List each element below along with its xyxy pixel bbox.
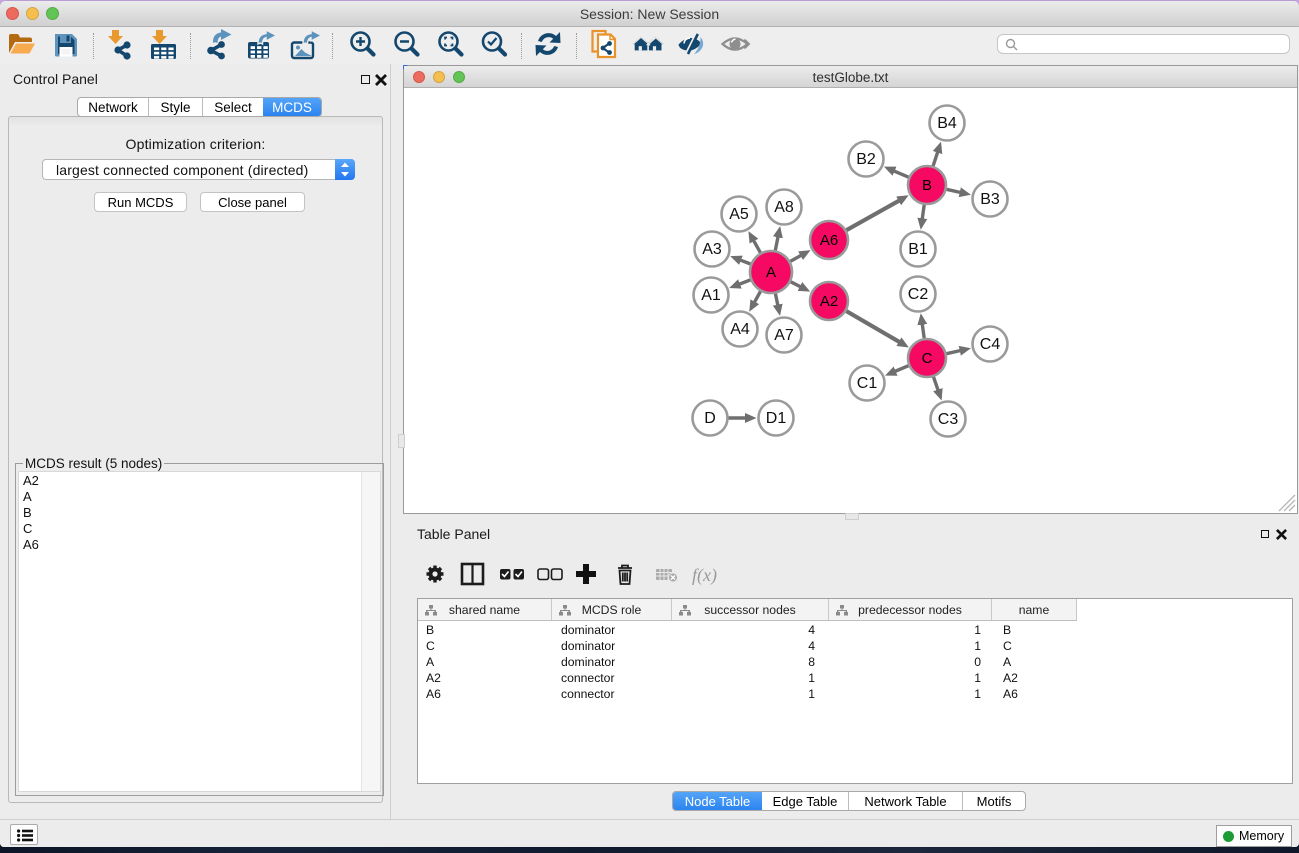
svg-text:D: D	[704, 410, 716, 427]
svg-text:B1: B1	[908, 241, 928, 258]
svg-text:B4: B4	[937, 115, 957, 132]
svg-text:A7: A7	[774, 327, 794, 344]
svg-text:C: C	[922, 350, 933, 367]
svg-text:A2: A2	[820, 293, 838, 310]
svg-text:A5: A5	[729, 206, 749, 223]
svg-text:A1: A1	[701, 287, 721, 304]
svg-text:D1: D1	[766, 410, 787, 427]
svg-text:C1: C1	[857, 375, 878, 392]
svg-text:A3: A3	[702, 241, 722, 258]
svg-text:B: B	[922, 177, 932, 194]
svg-text:A4: A4	[730, 321, 750, 338]
svg-text:A8: A8	[774, 199, 794, 216]
svg-text:C4: C4	[980, 336, 1001, 353]
svg-text:C3: C3	[938, 411, 959, 428]
svg-text:A6: A6	[820, 232, 838, 249]
svg-text:f(x): f(x)	[692, 565, 717, 586]
svg-text:B2: B2	[856, 151, 876, 168]
svg-text:A: A	[766, 264, 776, 281]
svg-text:C2: C2	[908, 286, 929, 303]
svg-text:B3: B3	[980, 191, 1000, 208]
